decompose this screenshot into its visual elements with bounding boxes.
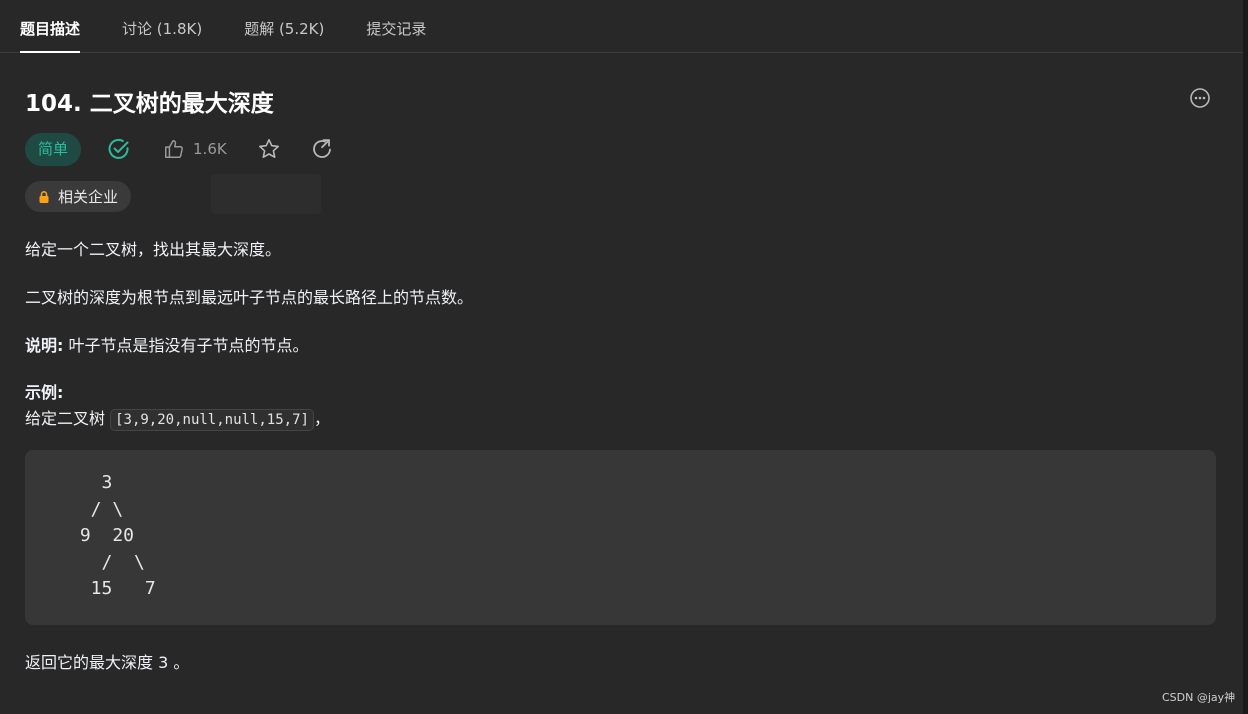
- tree-diagram: 3 / \ 9 20 / \ 15 7: [79, 472, 156, 599]
- problem-title: 104. 二叉树的最大深度: [25, 91, 274, 117]
- example-suffix: ，: [313, 409, 330, 428]
- result-line: 返回它的最大深度 3 。: [25, 653, 190, 672]
- tab-description[interactable]: 题目描述: [20, 0, 81, 53]
- example-prefix: 给定二叉树: [25, 409, 111, 428]
- example-input-line: 给定二叉树 [3,9,20,null,null,15,7]，: [25, 405, 330, 431]
- star-icon[interactable]: [257, 137, 281, 161]
- note-label: 说明:: [25, 336, 64, 355]
- tab-discussion[interactable]: 讨论 (1.8K): [122, 0, 202, 53]
- difficulty-badge: 简单: [25, 132, 82, 166]
- tab-bar: 题目描述 讨论 (1.8K) 题解 (5.2K) 提交记录: [0, 0, 1243, 53]
- resize-grip-icon: ⋮: [1244, 589, 1248, 606]
- like-button[interactable]: 1.6K: [163, 138, 227, 160]
- related-companies-label: 相关企业: [58, 188, 119, 206]
- description-line-2: 二叉树的深度为根节点到最远叶子节点的最长路径上的节点数。: [25, 288, 474, 307]
- description-line-1: 给定一个二叉树，找出其最大深度。: [25, 240, 282, 259]
- share-icon[interactable]: [310, 137, 334, 161]
- tree-code-block: 3 / \ 9 20 / \ 15 7: [25, 450, 1216, 625]
- check-icon: [108, 138, 129, 159]
- related-companies-button[interactable]: 相关企业: [25, 181, 132, 212]
- tab-submissions[interactable]: 提交记录: [366, 0, 426, 53]
- like-count: 1.6K: [193, 140, 227, 158]
- more-icon[interactable]: [1189, 87, 1211, 109]
- example-code: [3,9,20,null,null,15,7]: [110, 409, 314, 431]
- example-label: 示例:: [25, 383, 64, 402]
- note-paragraph: 说明: 叶子节点是指没有子节点的节点。: [25, 332, 309, 356]
- watermark: CSDN @jay神: [1162, 691, 1236, 704]
- panel-resize-handle[interactable]: [1243, 0, 1248, 714]
- problem-panel: 题目描述 讨论 (1.8K) 题解 (5.2K) 提交记录 104. 二叉树的最…: [0, 0, 1243, 714]
- tab-solutions[interactable]: 题解 (5.2K): [244, 0, 324, 53]
- problem-meta-row: 简单 1.6K: [25, 132, 334, 166]
- thumbs-up-icon: [165, 140, 183, 158]
- note-text: 叶子节点是指没有子节点的节点。: [63, 336, 309, 355]
- lock-icon: [39, 190, 49, 203]
- tooltip-ghost: [211, 174, 321, 214]
